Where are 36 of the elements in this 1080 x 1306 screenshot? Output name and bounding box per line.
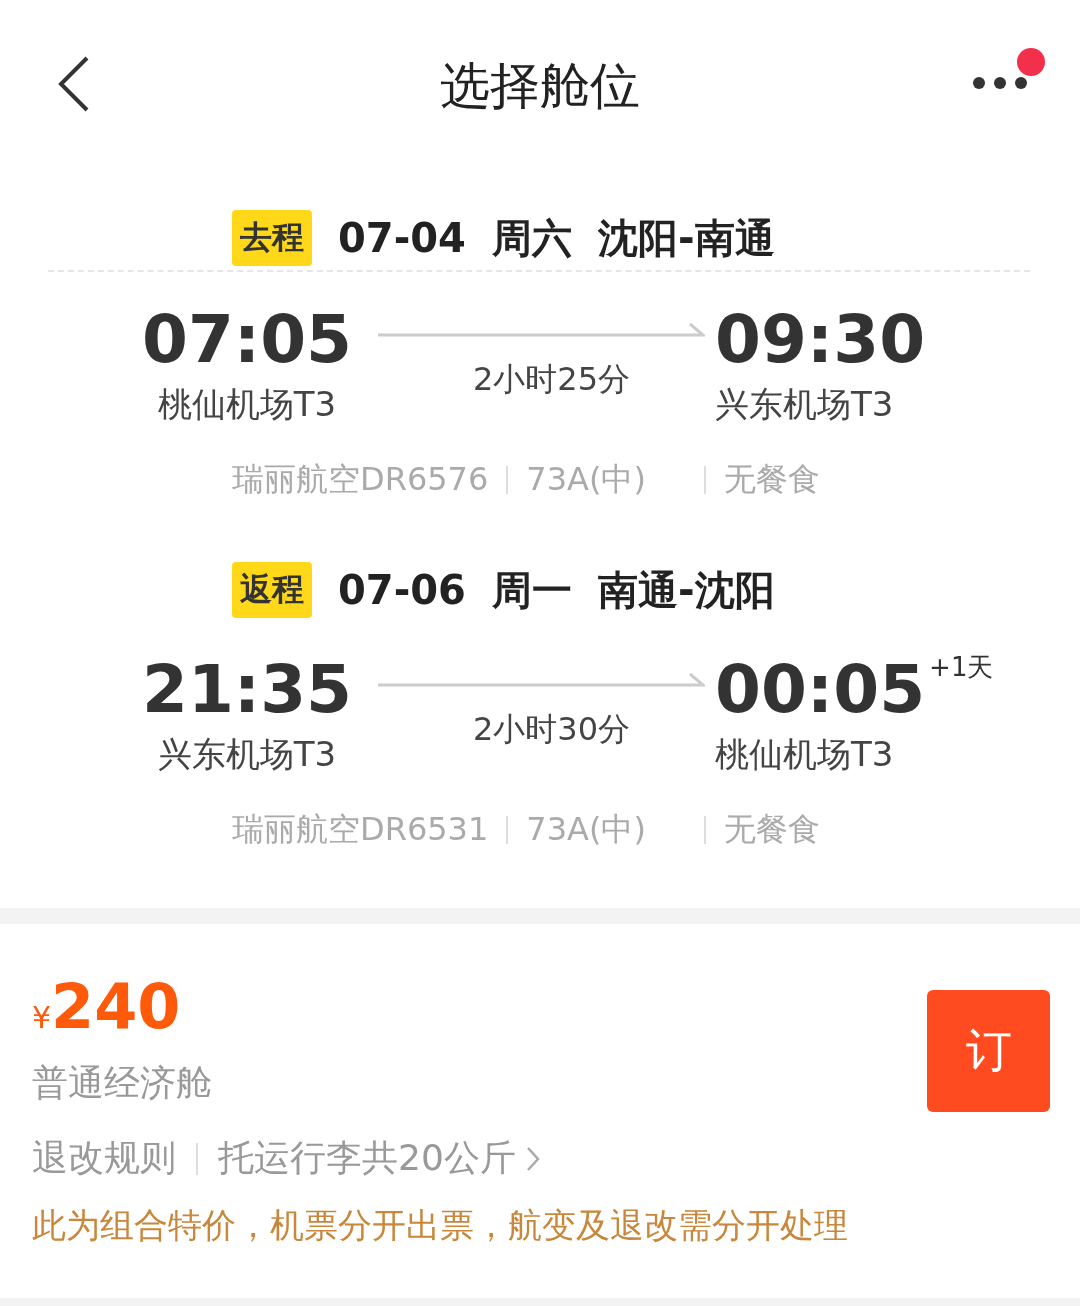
back-icon[interactable]	[58, 56, 90, 112]
aircraft-type: 73A(中)	[526, 459, 647, 500]
page-title: 选择舱位	[440, 55, 640, 117]
flight-number: 瑞丽航空DR6531	[232, 809, 489, 850]
trip-route: 南通-沈阳	[597, 565, 775, 615]
trip-tag: 返程	[232, 562, 312, 618]
trip-date: 07-04	[338, 215, 466, 261]
fare-note: 此为组合特价，机票分开出票，航变及退改需分开处理	[32, 1204, 848, 1247]
departure-time: 21:35	[141, 650, 353, 730]
price: 240	[51, 970, 181, 1043]
book-button[interactable]: 订	[927, 990, 1050, 1112]
departure-airport: 兴东机场T3	[157, 733, 337, 776]
flight-duration: 2小时25分	[471, 359, 631, 400]
cabin-class: 普通经济舱	[32, 1061, 213, 1105]
meal-info: 无餐食	[724, 809, 821, 850]
flight-duration: 2小时30分	[471, 709, 631, 750]
departure-time: 07:05	[141, 300, 353, 380]
trip-tag: 去程	[232, 210, 312, 266]
baggage-info[interactable]: 托运行李共20公斤	[218, 1134, 516, 1183]
meal-info: 无餐食	[724, 459, 821, 500]
aircraft-type: 73A(中)	[526, 809, 647, 850]
currency-symbol: ¥	[32, 1000, 52, 1035]
departure-airport: 桃仙机场T3	[157, 383, 337, 426]
trip-weekday: 周一	[491, 565, 572, 615]
trip-route: 沈阳-南通	[597, 213, 775, 263]
arrival-time: 09:30	[715, 300, 926, 380]
arrival-airport: 兴东机场T3	[715, 383, 894, 426]
day-offset: +1天	[929, 651, 994, 684]
trip-date: 07-06	[338, 567, 466, 613]
refund-rules-link[interactable]: 退改规则	[32, 1134, 176, 1183]
more-menu-icon[interactable]	[972, 76, 1028, 90]
arrival-airport: 桃仙机场T3	[715, 733, 894, 776]
trip-weekday: 周六	[491, 213, 572, 263]
flight-number: 瑞丽航空DR6576	[232, 459, 489, 500]
chevron-icon	[525, 1145, 540, 1172]
arrival-time: 00:05	[715, 650, 926, 730]
